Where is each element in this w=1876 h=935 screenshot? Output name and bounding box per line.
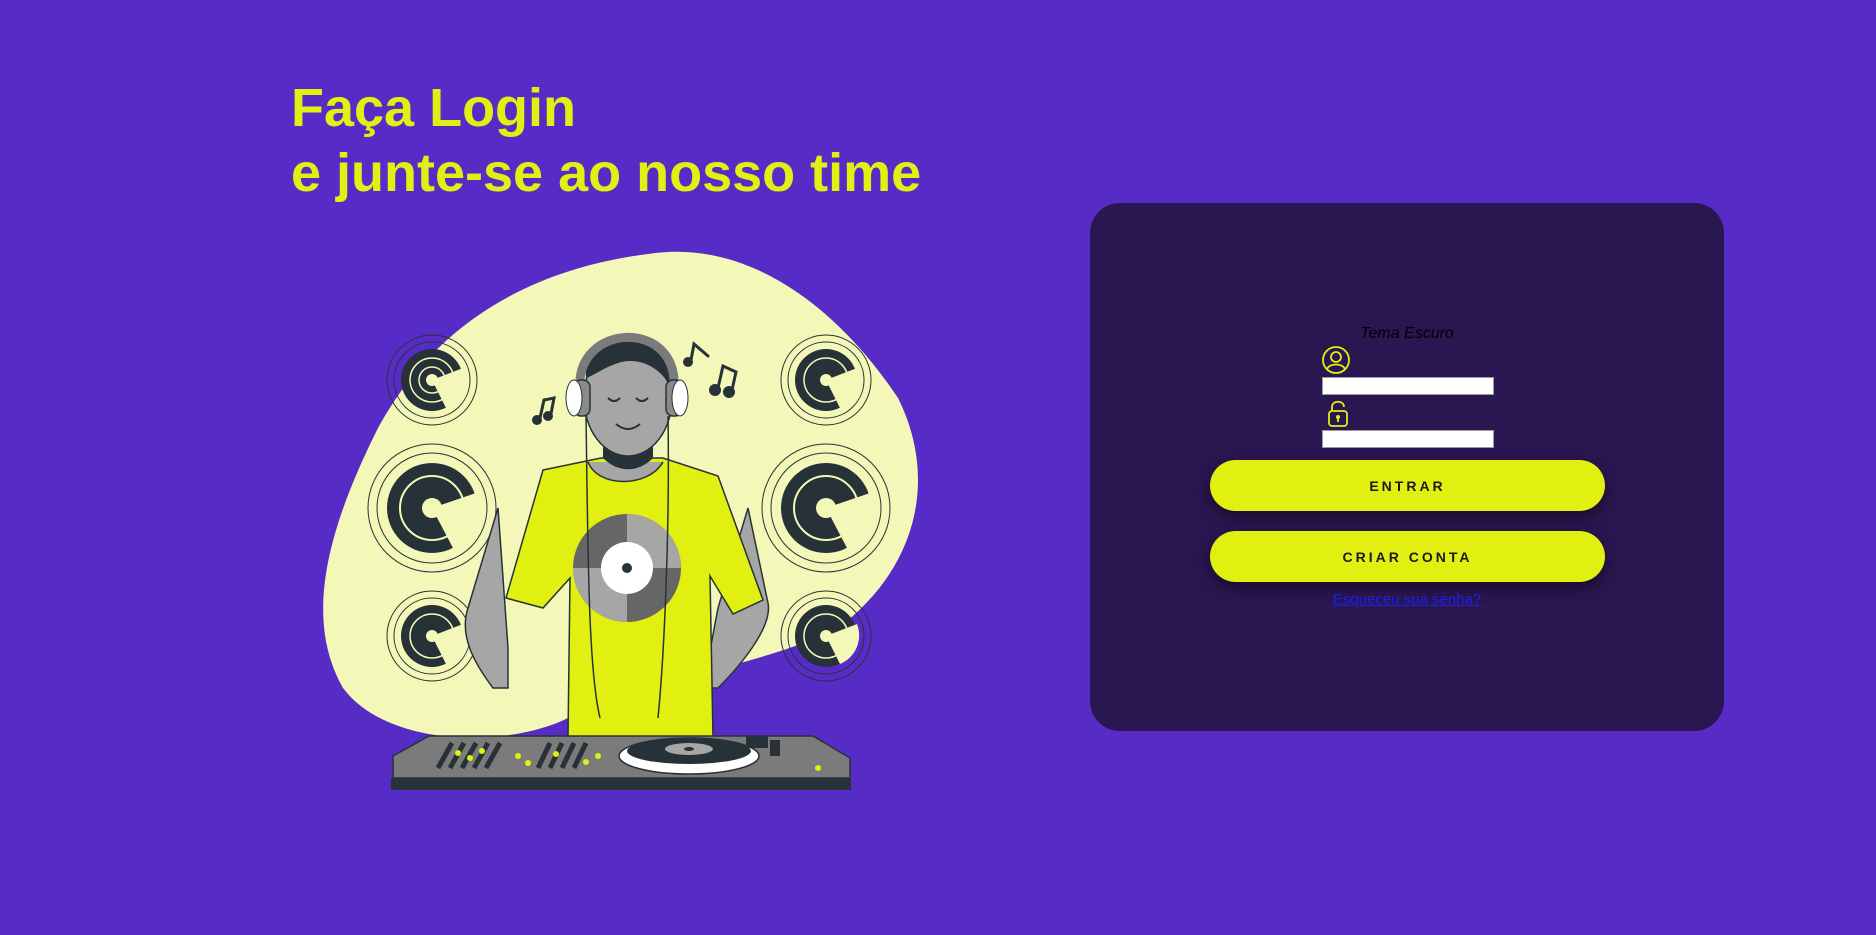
- create-account-button[interactable]: CRIAR CONTA: [1210, 531, 1605, 582]
- page-title: Faça Login e junte-se ao nosso time: [291, 76, 921, 206]
- theme-toggle[interactable]: Tema Escuro: [1090, 325, 1724, 343]
- title-line-1: Faça Login: [291, 78, 577, 138]
- title-line-2: e junte-se ao nosso time: [291, 143, 922, 203]
- enter-button[interactable]: ENTRAR: [1210, 460, 1605, 511]
- lock-icon: [1328, 400, 1348, 427]
- login-page: Faça Login e junte-se ao nosso time Tema…: [0, 0, 1876, 935]
- user-icon: [1322, 346, 1350, 374]
- login-card: Tema Escuro ENTRAR CRIAR CONTA Esqueceu …: [1090, 203, 1724, 731]
- username-input[interactable]: [1322, 377, 1494, 395]
- dj-illustration: [323, 251, 918, 790]
- password-input[interactable]: [1322, 430, 1494, 448]
- forgot-password-container: Esqueceu sua senha?: [1090, 591, 1724, 608]
- dj-mixer: [391, 735, 851, 790]
- forgot-password-link[interactable]: Esqueceu sua senha?: [1333, 591, 1481, 608]
